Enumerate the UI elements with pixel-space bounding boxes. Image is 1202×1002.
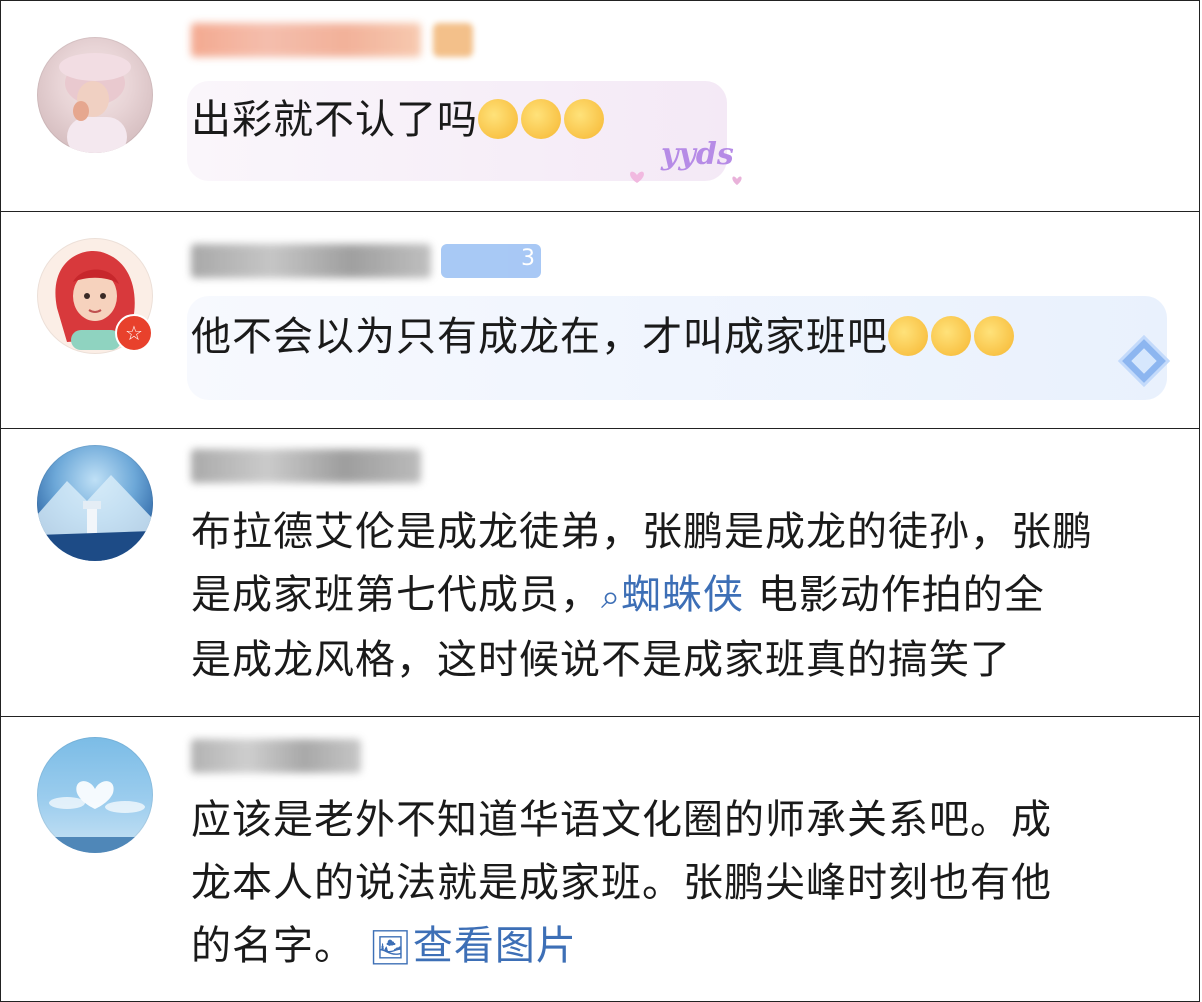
search-icon: ⌕	[601, 577, 622, 617]
author-name-blurred[interactable]	[191, 449, 421, 483]
sleepy-emoji-icon	[888, 316, 928, 356]
heart-decoration-icon	[630, 171, 742, 185]
verified-star-badge-icon: ☆	[115, 314, 153, 352]
comment-text: 出彩就不认了吗	[191, 89, 607, 152]
thinking-emoji-icon	[478, 99, 518, 139]
comment-list: 出彩就不认了吗 yyds ☆ 3 他不会以为只有成龙在，才叫成家班吧 布拉德艾伦…	[0, 0, 1202, 1002]
comment-card[interactable]: 应该是老外不知道华语文化圈的师承关系吧。成 龙本人的说法就是成家班。张鹏尖峰时刻…	[0, 716, 1200, 1002]
comment-text: 他不会以为只有成龙在，才叫成家班吧	[191, 306, 1017, 369]
comment-card[interactable]: 布拉德艾伦是成龙徒弟，张鹏是成龙的徒孙，张鹏 是成家班第七代成员，⌕蜘蛛侠 电影…	[0, 428, 1200, 717]
user-avatar[interactable]	[37, 37, 153, 153]
diamond-decoration-icon	[1117, 334, 1171, 388]
avatar-image-icon	[37, 781, 153, 853]
author-name-blurred[interactable]	[191, 23, 421, 57]
view-image-link[interactable]: 🖼查看图片	[369, 923, 577, 969]
avatar-image-icon	[37, 475, 153, 561]
level-badge-icon	[433, 23, 473, 57]
author-name-blurred[interactable]	[191, 244, 431, 278]
search-link[interactable]: ⌕蜘蛛侠	[601, 572, 744, 618]
user-avatar[interactable]	[37, 445, 153, 561]
comment-card[interactable]: ☆ 3 他不会以为只有成龙在，才叫成家班吧	[0, 211, 1200, 429]
member-badge: 3	[441, 244, 541, 278]
comment-text: 布拉德艾伦是成龙徒弟，张鹏是成龙的徒孙，张鹏 是成家班第七代成员，⌕蜘蛛侠 电影…	[191, 509, 1093, 683]
avatar-image-icon	[59, 53, 131, 153]
sleepy-emoji-icon	[974, 316, 1014, 356]
image-icon: 🖼	[368, 928, 413, 968]
comment-card[interactable]: 出彩就不认了吗 yyds	[0, 0, 1200, 212]
thinking-emoji-icon	[564, 99, 604, 139]
comment-text: 应该是老外不知道华语文化圈的师承关系吧。成 龙本人的说法就是成家班。张鹏尖峰时刻…	[191, 797, 1052, 969]
author-name-blurred[interactable]	[191, 739, 361, 773]
thinking-emoji-icon	[521, 99, 561, 139]
user-avatar[interactable]	[37, 737, 153, 853]
sleepy-emoji-icon	[931, 316, 971, 356]
